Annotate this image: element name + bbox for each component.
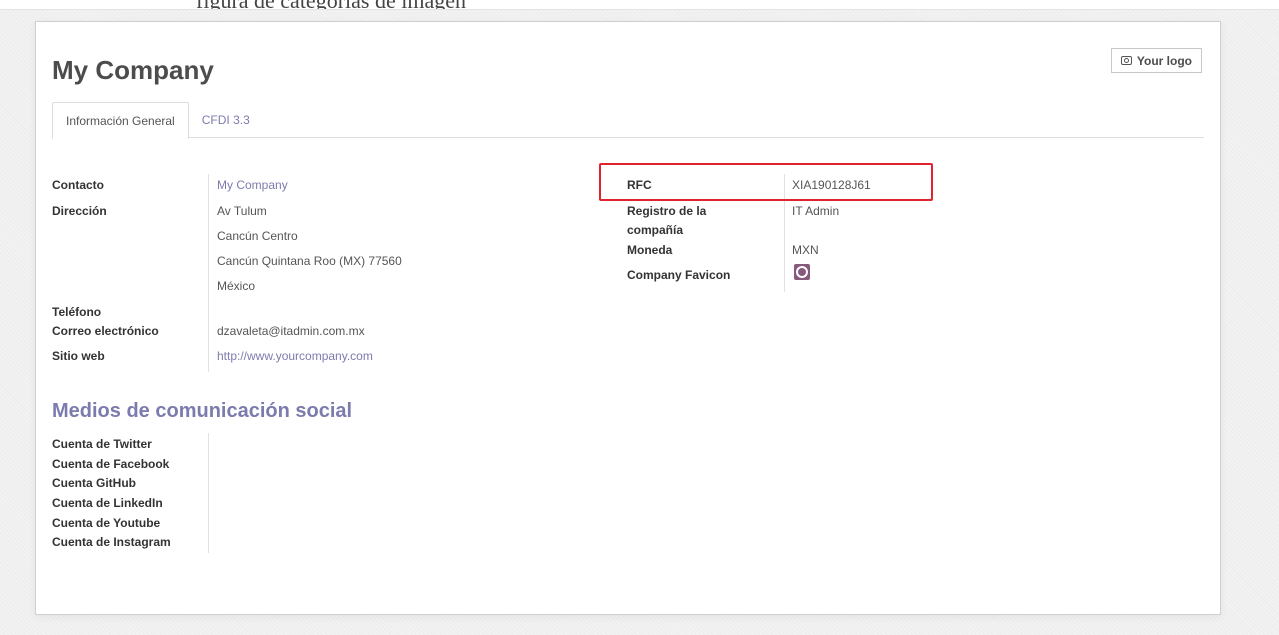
social-section-title: Medios de comunicación social (52, 400, 353, 422)
camera-icon (1120, 56, 1132, 65)
youtube-account-label: Cuenta de Youtube (52, 516, 161, 530)
city-state-zip-field[interactable]: Cancún Quintana Roo (MX) 77560 (217, 254, 402, 268)
your-logo-button[interactable]: Your logo (1110, 48, 1202, 73)
sitio-web-label: Sitio web (52, 349, 105, 363)
left-column-separator (208, 174, 209, 372)
contacto-value[interactable]: My Company (217, 178, 288, 192)
page-title: My Company (52, 55, 214, 85)
contacto-label: Contacto (52, 178, 104, 192)
correo-label: Correo electrónico (52, 324, 159, 338)
form-tabs: Información General CFDI 3.3 (52, 102, 1204, 139)
company-form-sheet: My Company Your logo Información General… (35, 21, 1221, 615)
street2-field[interactable]: Cancún Centro (217, 229, 298, 243)
top-caption-strip: figura de categorías de imagen (0, 0, 1279, 10)
twitter-account-label: Cuenta de Twitter (52, 437, 152, 451)
company-favicon-icon[interactable] (794, 264, 810, 280)
telefono-label: Teléfono (52, 305, 102, 319)
instagram-account-label: Cuenta de Instagram (52, 535, 171, 549)
tab-cfdi-33[interactable]: CFDI 3.3 (189, 102, 263, 138)
sitio-web-value[interactable]: http://www.yourcompany.com (217, 349, 373, 363)
direccion-label: Dirección (52, 204, 107, 218)
your-logo-label: Your logo (1136, 53, 1192, 68)
page-caption: figura de categorías de imagen (196, 0, 466, 9)
company-favicon-label: Company Favicon (627, 268, 731, 282)
moneda-label: Moneda (627, 243, 673, 257)
moneda-value[interactable]: MXN (792, 243, 819, 257)
street-field[interactable]: Av Tulum (217, 204, 267, 218)
correo-value[interactable]: dzavaleta@itadmin.com.mx (217, 324, 365, 338)
linkedin-account-label: Cuenta de LinkedIn (52, 496, 163, 510)
registro-label-line1: Registro de la (627, 204, 707, 218)
social-column-separator (208, 433, 209, 553)
registro-label-line2: compañía (627, 223, 684, 237)
registro-value[interactable]: IT Admin (792, 204, 839, 218)
github-account-label: Cuenta GitHub (52, 476, 136, 490)
country-field[interactable]: México (217, 279, 255, 293)
facebook-account-label: Cuenta de Facebook (52, 457, 170, 471)
rfc-highlight-box (599, 163, 933, 201)
tab-informacion-general[interactable]: Información General (52, 102, 189, 139)
